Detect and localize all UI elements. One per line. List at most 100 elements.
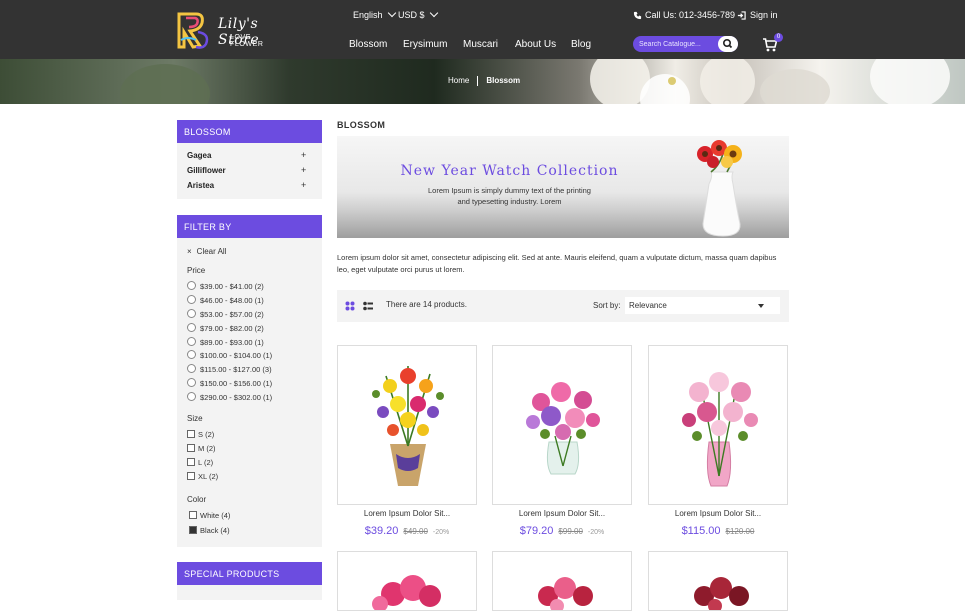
search-input[interactable] <box>639 38 717 50</box>
size-checkbox[interactable] <box>187 430 195 438</box>
sign-in-link[interactable]: Sign in <box>737 10 778 20</box>
discount-badge: -20% <box>432 529 450 536</box>
size-option[interactable]: S (2) <box>198 430 214 439</box>
nav-item-blossom[interactable]: Blossom <box>349 39 387 50</box>
price-option[interactable]: $79.00 - $82.00 (2) <box>200 324 264 333</box>
product-name[interactable]: Lorem Ipsum Dolor Sit... <box>492 509 632 518</box>
price-radio[interactable] <box>187 309 196 318</box>
search-button[interactable] <box>718 36 738 52</box>
price-radio[interactable] <box>187 281 196 290</box>
product-image <box>526 382 600 475</box>
current-price: $39.20 <box>364 525 399 537</box>
price-option[interactable]: $100.00 - $104.00 (1) <box>200 351 272 360</box>
price-radio[interactable] <box>187 295 196 304</box>
price-option[interactable]: $115.00 - $127.00 (3) <box>200 365 272 374</box>
product-card[interactable] <box>492 345 632 505</box>
price-radio[interactable] <box>187 378 196 387</box>
breadcrumb-home[interactable]: Home <box>448 76 469 85</box>
size-option[interactable]: M (2) <box>198 444 216 453</box>
product-image <box>682 372 758 487</box>
clear-all-link[interactable]: × Clear All <box>187 247 226 256</box>
product-name[interactable]: Lorem Ipsum Dolor Sit... <box>337 509 477 518</box>
price-option[interactable]: $290.00 - $302.00 (1) <box>200 393 272 402</box>
expand-plus-icon[interactable]: + <box>301 165 306 175</box>
price-option[interactable]: $39.00 - $41.00 (2) <box>200 282 264 291</box>
color-swatch-black[interactable] <box>189 526 197 534</box>
color-swatch-white[interactable] <box>189 511 197 519</box>
product-image <box>538 577 593 610</box>
sign-in-label: Sign in <box>750 10 778 20</box>
size-checkbox[interactable] <box>187 472 195 480</box>
search-bar <box>633 36 738 52</box>
flower-vase-image <box>697 140 742 237</box>
currency-selector[interactable]: USD $ <box>398 8 438 20</box>
search-icon <box>723 38 733 49</box>
call-us: Call Us: 012-3456-789 <box>633 10 735 20</box>
store-tagline: LOVE FLOWER <box>230 34 264 48</box>
product-card[interactable] <box>648 551 788 611</box>
price-radio[interactable] <box>187 337 196 346</box>
old-price: $120.00 <box>725 527 755 536</box>
discount-badge: -20% <box>587 529 605 536</box>
category-panel: Gagea + Gilliflower + Aristea + <box>177 143 322 199</box>
nav-item-about-us[interactable]: About Us <box>515 39 556 50</box>
price-option[interactable]: $53.00 - $57.00 (2) <box>200 310 264 319</box>
category-gilliflower[interactable]: Gilliflower <box>187 166 226 175</box>
caret-down-icon <box>758 304 764 308</box>
language-selector[interactable]: English <box>353 8 396 20</box>
expand-plus-icon[interactable]: + <box>301 150 306 160</box>
size-checkbox[interactable] <box>187 458 195 466</box>
old-price: $49.00 <box>403 527 428 536</box>
product-name[interactable]: Lorem Ipsum Dolor Sit... <box>648 509 788 518</box>
nav-item-blog[interactable]: Blog <box>571 39 591 50</box>
price-radio[interactable] <box>187 323 196 332</box>
breadcrumb-current: Blossom <box>486 76 521 86</box>
sort-label: Sort by: <box>593 301 621 310</box>
product-count: There are 14 products. <box>386 300 467 309</box>
current-price: $79.20 <box>519 525 554 537</box>
special-products-panel <box>177 585 322 600</box>
expand-plus-icon[interactable]: + <box>301 180 306 190</box>
chevron-down-icon <box>387 8 396 18</box>
chevron-down-icon <box>429 8 438 18</box>
promo-text: Lorem Ipsum is simply dummy text of the … <box>428 186 591 206</box>
top-header <box>0 0 965 59</box>
grid-view-icon[interactable] <box>345 301 355 311</box>
phone-icon <box>633 12 642 20</box>
product-card[interactable] <box>492 551 632 611</box>
product-card[interactable] <box>648 345 788 505</box>
nav-item-muscari[interactable]: Muscari <box>463 39 498 50</box>
list-view-icon[interactable] <box>363 301 373 311</box>
price-option[interactable]: $46.00 - $48.00 (1) <box>200 296 264 305</box>
size-filter-label: Size <box>187 414 203 423</box>
breadcrumb-divider <box>477 76 479 86</box>
product-card[interactable] <box>337 551 477 611</box>
nav-item-erysimum[interactable]: Erysimum <box>403 39 447 50</box>
store-logo[interactable]: Lily's Store LOVE FLOWER <box>176 10 286 52</box>
category-aristea[interactable]: Aristea <box>187 181 214 190</box>
logo-mark-icon <box>177 12 209 49</box>
category-gagea[interactable]: Gagea <box>187 151 211 160</box>
size-option[interactable]: XL (2) <box>198 472 218 481</box>
product-image <box>372 366 444 486</box>
sort-select[interactable]: Relevance <box>625 297 780 314</box>
product-image <box>694 577 749 610</box>
color-option[interactable]: White (4) <box>200 511 230 520</box>
filter-panel: × Clear All Price $39.00 - $41.00 (2) $46… <box>177 238 322 547</box>
price-option[interactable]: $89.00 - $93.00 (1) <box>200 338 264 347</box>
category-description: Lorem ipsum dolor sit amet, consectetur … <box>337 253 777 274</box>
price-radio[interactable] <box>187 364 196 373</box>
page-title: BLOSSOM <box>337 120 386 130</box>
clear-all-label: Clear All <box>196 247 227 256</box>
product-card[interactable] <box>337 345 477 505</box>
promo-banner[interactable]: New Year Watch Collection Lorem Ipsum is… <box>337 136 789 238</box>
color-option[interactable]: Black (4) <box>200 526 230 535</box>
color-filter-label: Color <box>187 495 207 504</box>
size-option[interactable]: L (2) <box>198 458 213 467</box>
breadcrumb: Home Blossom <box>448 76 520 86</box>
size-checkbox[interactable] <box>187 444 195 452</box>
price-option[interactable]: $150.00 - $156.00 (1) <box>200 379 272 388</box>
price-radio[interactable] <box>187 392 196 401</box>
current-price: $115.00 <box>681 525 721 537</box>
price-radio[interactable] <box>187 350 196 359</box>
